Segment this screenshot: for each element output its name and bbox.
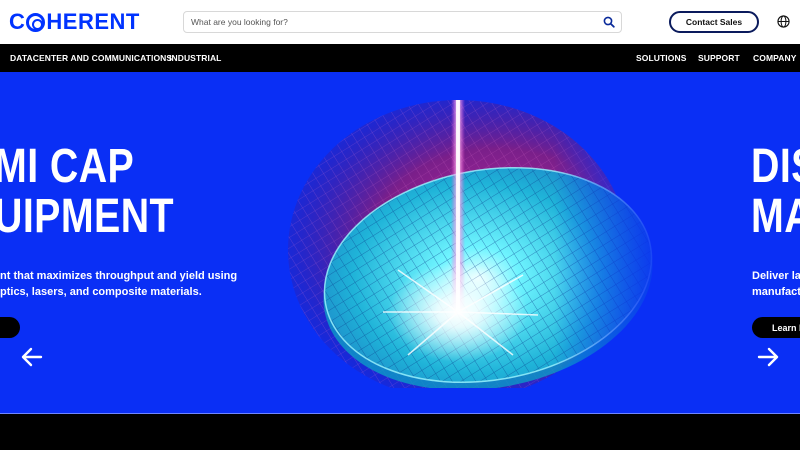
contact-sales-button[interactable]: Contact Sales xyxy=(669,11,759,33)
slide-right-description-line1: Deliver las xyxy=(752,270,800,282)
slide-left-cta-button[interactable] xyxy=(0,317,20,338)
slide-right-headline-line1: DIS xyxy=(751,140,800,193)
search-icon[interactable] xyxy=(603,16,615,28)
nav-industrial[interactable]: INDUSTRIAL xyxy=(169,53,221,63)
nav-company[interactable]: COMPANY xyxy=(753,53,797,63)
search-input[interactable] xyxy=(191,14,591,30)
globe-icon[interactable] xyxy=(777,15,790,28)
hero-carousel: MI CAP UIPMENT nt that maximizes through… xyxy=(0,72,800,414)
coherent-logo[interactable]: C HERENT xyxy=(9,9,140,35)
slide-right-headline-line2: MA xyxy=(751,190,800,243)
nav-datacenter-communications[interactable]: DATACENTER AND COMMUNICATIONS xyxy=(10,53,172,63)
hero-divider xyxy=(0,413,800,414)
site-header: CHERENT Contact Sales xyxy=(0,0,800,44)
nav-solutions[interactable]: SOLUTIONS xyxy=(636,53,687,63)
search-box xyxy=(183,11,622,33)
logo-o-mark-icon xyxy=(26,12,46,32)
nav-support[interactable]: SUPPORT xyxy=(698,53,740,63)
arrow-left-icon[interactable] xyxy=(21,346,43,368)
slide-left-description-line1: nt that maximizes throughput and yield u… xyxy=(0,270,238,282)
arrow-right-icon[interactable] xyxy=(757,346,779,368)
main-nav: DATACENTER AND COMMUNICATIONS INDUSTRIAL… xyxy=(0,44,800,72)
slide-left-headline-line2: UIPMENT xyxy=(0,190,174,243)
slide-left-headline-line1: MI CAP xyxy=(0,140,135,193)
slide-right-learn-more-button[interactable]: Learn M xyxy=(752,317,800,338)
slide-right-description-line2: manufactu xyxy=(752,286,800,298)
wafer-laser-image xyxy=(288,100,668,388)
slide-left-description-line2: ptics, lasers, and composite materials. xyxy=(0,286,202,298)
